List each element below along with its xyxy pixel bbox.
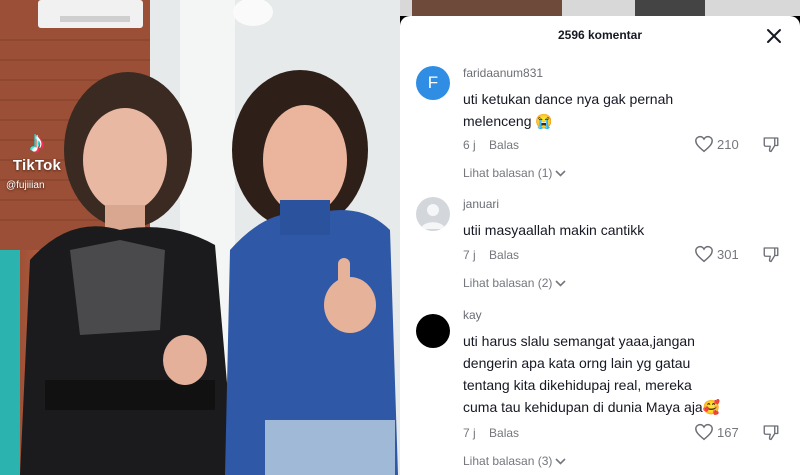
thumbs-down-icon bbox=[763, 247, 779, 263]
heart-icon bbox=[695, 423, 713, 441]
tiktok-note-icon: ♪ bbox=[29, 126, 45, 159]
reply-button[interactable]: Balas bbox=[489, 426, 519, 440]
comment-count-title: 2596 komentar bbox=[557, 28, 643, 42]
dislike-button[interactable] bbox=[762, 135, 782, 155]
comment-text-line: uti ketukan dance nya gak pernah bbox=[463, 91, 674, 107]
comments-panel: 2596 komentar F faridaanum831 uti ketuka… bbox=[400, 16, 800, 475]
comment-meta: 7 j Balas bbox=[463, 248, 519, 262]
avatar[interactable] bbox=[416, 314, 450, 348]
view-replies-label: Lihat balasan (2) bbox=[463, 276, 553, 290]
default-user-icon bbox=[421, 204, 445, 229]
comment-text-line: tentang kita dikehidupaj real, mereka bbox=[463, 377, 692, 393]
comment-text-line: dengerin apa kata orng lain yg gatau bbox=[463, 355, 691, 371]
view-replies-label: Lihat balasan (1) bbox=[463, 166, 553, 180]
reply-button[interactable]: Balas bbox=[489, 138, 519, 152]
comment-text-line: uti harus slalu semangat yaaa,jangan bbox=[463, 333, 695, 349]
close-button[interactable] bbox=[762, 24, 786, 48]
comment-time: 7 j bbox=[463, 426, 476, 440]
video-frame bbox=[0, 0, 400, 475]
comment-username[interactable]: januari bbox=[463, 197, 499, 211]
thumbs-down-icon bbox=[763, 137, 779, 153]
avatar[interactable] bbox=[416, 197, 450, 231]
comment-meta: 7 j Balas bbox=[463, 426, 519, 440]
dislike-button[interactable] bbox=[762, 245, 782, 265]
comment-time: 6 j bbox=[463, 138, 476, 152]
view-replies-link[interactable]: Lihat balasan (3) bbox=[463, 454, 566, 468]
comment-time: 7 j bbox=[463, 248, 476, 262]
tiktok-logo: ♪ TikTok bbox=[12, 128, 62, 174]
like-button[interactable]: 167 bbox=[694, 422, 744, 442]
chevron-down-icon bbox=[555, 280, 566, 287]
view-replies-link[interactable]: Lihat balasan (1) bbox=[463, 166, 566, 180]
comment-text-line: cuma tau kehidupan di dunia Maya aja🥰 bbox=[463, 399, 721, 415]
avatar[interactable]: F bbox=[416, 66, 450, 100]
comment-text: uti harus slalu semangat yaaa,jangan den… bbox=[463, 330, 763, 418]
comment-text-line: melenceng 😭 bbox=[463, 113, 553, 129]
heart-icon bbox=[695, 135, 713, 153]
reply-button[interactable]: Balas bbox=[489, 248, 519, 262]
like-button[interactable]: 301 bbox=[694, 244, 744, 264]
thumbs-down-icon bbox=[763, 425, 779, 441]
heart-icon bbox=[695, 245, 713, 263]
chevron-down-icon bbox=[555, 458, 566, 465]
like-count: 167 bbox=[717, 425, 739, 440]
like-button[interactable]: 210 bbox=[694, 134, 744, 154]
comment-text: utii masyaallah makin cantikk bbox=[463, 219, 763, 241]
like-count: 210 bbox=[717, 137, 739, 152]
comment-text: uti ketukan dance nya gak pernah melence… bbox=[463, 88, 763, 132]
video-top-strip bbox=[400, 0, 800, 16]
view-replies-label: Lihat balasan (3) bbox=[463, 454, 553, 468]
comment-username[interactable]: faridaanum831 bbox=[463, 66, 543, 80]
comment-username[interactable]: kay bbox=[463, 308, 482, 322]
comment-meta: 6 j Balas bbox=[463, 138, 519, 152]
dislike-button[interactable] bbox=[762, 423, 782, 443]
like-count: 301 bbox=[717, 247, 739, 262]
creator-handle: @fujiiian bbox=[6, 180, 45, 191]
video-player[interactable]: ♪ TikTok @fujiiian bbox=[0, 0, 400, 475]
chevron-down-icon bbox=[555, 170, 566, 177]
tiktok-wordmark: TikTok bbox=[12, 157, 62, 174]
view-replies-link[interactable]: Lihat balasan (2) bbox=[463, 276, 566, 290]
close-icon bbox=[767, 29, 781, 43]
comment-text-line: utii masyaallah makin cantikk bbox=[463, 222, 645, 238]
